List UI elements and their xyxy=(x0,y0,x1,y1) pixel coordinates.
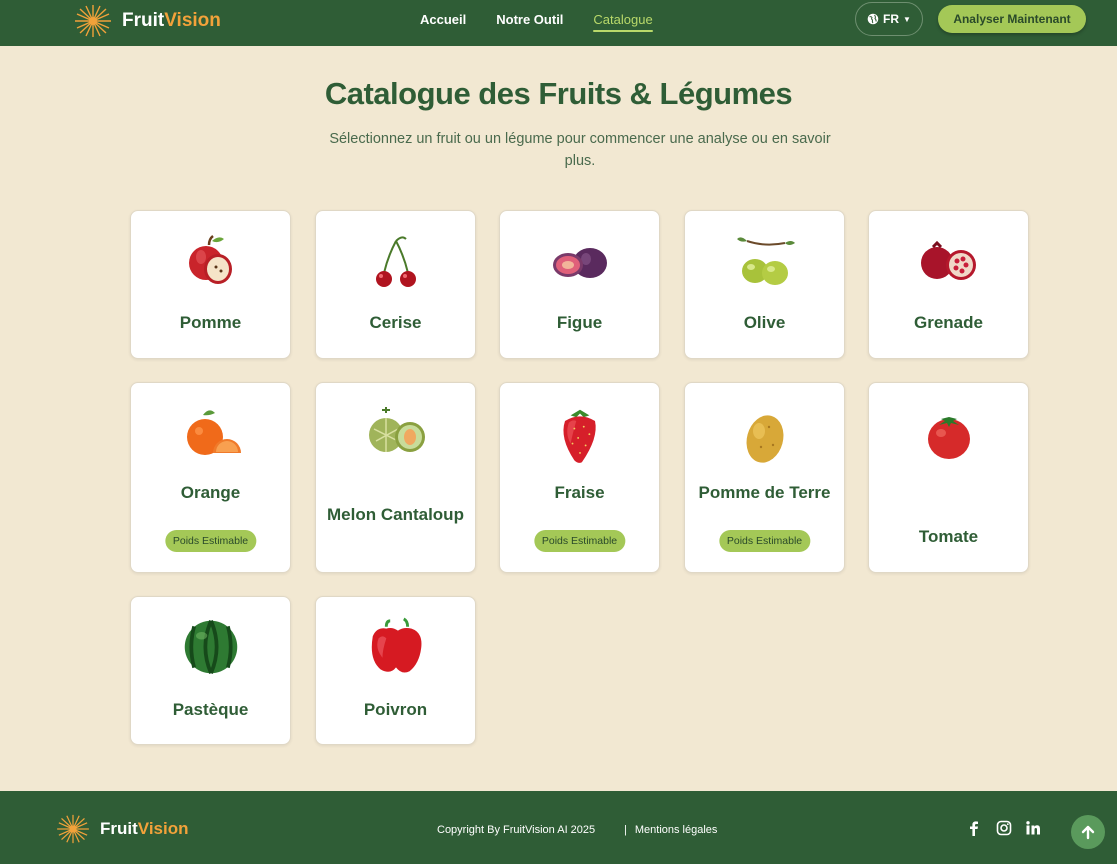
catalog-card-olive[interactable]: Olive xyxy=(684,210,845,359)
brand-name-part2: Vision xyxy=(137,819,189,838)
catalog-card-pomme-de-terre[interactable]: Pomme de Terre Poids Estimable xyxy=(684,382,845,573)
site-footer: FruitVision Copyright By FruitVision AI … xyxy=(0,791,1117,864)
card-title: Olive xyxy=(743,313,786,332)
fig-icon xyxy=(552,248,607,278)
catalog-card-grenade[interactable]: Grenade xyxy=(868,210,1029,359)
brand-name-part1: Fruit xyxy=(100,819,138,838)
arrow-up-icon xyxy=(1081,825,1095,840)
catalog-card-pomme[interactable]: Pomme xyxy=(130,210,291,359)
weight-estimable-badge: Poids Estimable xyxy=(533,530,626,552)
catalog-card-figue[interactable]: Figue xyxy=(499,210,660,359)
potato-icon xyxy=(746,415,783,463)
facebook-icon[interactable] xyxy=(966,820,982,836)
chevron-down-icon: ▼ xyxy=(903,14,911,24)
back-to-top-button[interactable] xyxy=(1071,815,1105,849)
weight-estimable-badge: Poids Estimable xyxy=(164,530,257,552)
catalog-card-cerise[interactable]: Cerise xyxy=(315,210,476,359)
copyright-text: Copyright By FruitVision AI 2025 xyxy=(437,824,596,836)
catalog-card-fraise[interactable]: Fraise Poids Estimable xyxy=(499,382,660,573)
card-title: Pomme xyxy=(179,313,242,332)
catalog-card-tomate[interactable]: Tomate xyxy=(868,382,1029,573)
nav-item-catalogue[interactable]: Catalogue xyxy=(593,12,653,32)
page-subtitle: Sélectionnez un fruit ou un légume pour … xyxy=(329,131,831,169)
brand-name-part1: Fruit xyxy=(122,10,165,31)
site-header: FruitVision Accueil Notre Outil Catalogu… xyxy=(0,0,1117,46)
instagram-icon[interactable] xyxy=(996,820,1012,836)
card-title: Poivron xyxy=(363,700,428,719)
language-selector[interactable]: FR ▼ xyxy=(855,2,923,36)
catalog-card-pasteque[interactable]: Pastèque xyxy=(130,596,291,745)
strawberry-icon xyxy=(562,409,596,463)
olive-icon xyxy=(736,237,795,285)
page-title: Catalogue des Fruits & Légumes xyxy=(324,76,793,111)
card-title: Melon Cantaloup xyxy=(327,505,464,524)
globe-icon xyxy=(867,13,879,25)
card-title: Orange xyxy=(180,483,241,502)
brand-logo[interactable]: FruitVision xyxy=(72,4,221,38)
watermelon-icon xyxy=(184,620,237,674)
catalog-card-poivron[interactable]: Poivron xyxy=(315,596,476,745)
legal-link-wrapper: | Mentions légales xyxy=(624,824,717,836)
card-title: Grenade xyxy=(914,313,983,332)
card-title: Fraise xyxy=(554,483,605,502)
main-nav: Accueil Notre Outil Catalogue xyxy=(420,12,653,32)
apple-icon xyxy=(188,235,232,284)
melon-icon xyxy=(368,407,425,452)
card-title: Cerise xyxy=(369,313,422,332)
sun-logo-icon xyxy=(57,814,89,844)
nav-item-notre-outil[interactable]: Notre Outil xyxy=(496,12,563,31)
catalog-card-orange[interactable]: Orange Poids Estimable xyxy=(130,382,291,573)
linkedin-icon[interactable] xyxy=(1025,820,1041,836)
pepper-icon xyxy=(371,617,421,673)
legal-notice-link[interactable]: Mentions légales xyxy=(635,824,718,836)
weight-estimable-badge: Poids Estimable xyxy=(718,530,811,552)
sun-logo-icon xyxy=(75,5,111,37)
card-title: Pomme de Terre xyxy=(698,483,831,502)
pomegranate-icon xyxy=(920,240,976,280)
card-title: Tomate xyxy=(918,527,979,546)
footer-brand-logo[interactable]: FruitVision xyxy=(54,814,188,844)
nav-item-accueil[interactable]: Accueil xyxy=(420,12,466,31)
legal-separator: | xyxy=(624,824,627,836)
brand-name-part2: Vision xyxy=(164,10,221,31)
tomato-icon xyxy=(927,417,970,459)
language-label: FR xyxy=(883,12,900,26)
catalog-card-melon-cantaloup[interactable]: Melon Cantaloup xyxy=(315,382,476,573)
card-title: Pastèque xyxy=(172,700,249,719)
cherry-icon xyxy=(375,236,416,287)
card-title: Figue xyxy=(556,313,603,332)
orange-icon xyxy=(186,410,241,455)
analyze-now-button[interactable]: Analyser Maintenant xyxy=(938,5,1086,33)
